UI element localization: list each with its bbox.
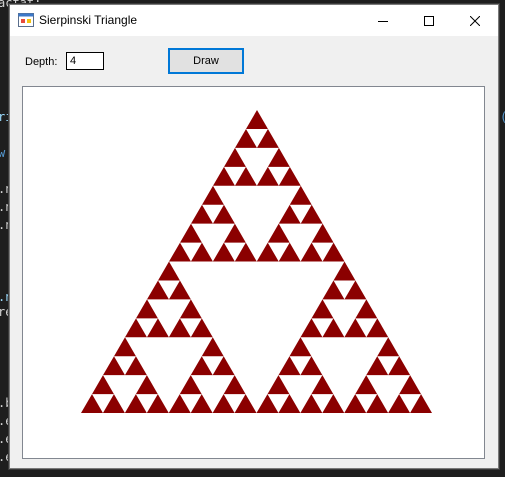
fractal-triangle-45 bbox=[201, 337, 224, 357]
fractal-triangle-17 bbox=[234, 242, 257, 262]
fractal-triangle-35 bbox=[190, 318, 213, 338]
fractal-triangle-78 bbox=[399, 375, 422, 395]
fractal-triangle-42 bbox=[135, 375, 158, 395]
fractal-triangle-15 bbox=[223, 223, 246, 243]
fractal-triangle-23 bbox=[278, 242, 301, 262]
fractal-triangle-30 bbox=[136, 299, 158, 319]
fractal-triangle-64 bbox=[278, 356, 301, 376]
fractal-triangle-55 bbox=[322, 280, 345, 300]
fractal-triangle-50 bbox=[190, 394, 213, 413]
fractal-triangle-34 bbox=[168, 318, 191, 338]
fractal-triangle-74 bbox=[388, 356, 411, 376]
window-title: Sierpinski Triangle bbox=[39, 13, 138, 27]
fractal-triangle-73 bbox=[366, 356, 389, 376]
fractal-triangle-72 bbox=[377, 337, 400, 357]
fractal-triangle-26 bbox=[322, 242, 345, 262]
fractal-triangle-36 bbox=[114, 337, 136, 357]
fractal-triangle-47 bbox=[212, 356, 235, 376]
fractal-triangle-11 bbox=[212, 204, 235, 224]
fractal-triangle-16 bbox=[212, 242, 235, 262]
depth-label: Depth: bbox=[25, 56, 58, 68]
close-button[interactable] bbox=[452, 5, 498, 36]
fractal-triangle-79 bbox=[388, 394, 411, 413]
fractal-triangle-24 bbox=[311, 223, 334, 243]
fractal-triangle-14 bbox=[190, 242, 213, 262]
fractal-triangle-58 bbox=[300, 318, 323, 338]
fractal-triangle-20 bbox=[300, 204, 323, 224]
fractal-triangle-19 bbox=[278, 204, 301, 224]
fractal-triangle-8 bbox=[278, 166, 301, 186]
fractal-triangle-12 bbox=[180, 223, 202, 243]
fractal-triangle-28 bbox=[147, 280, 169, 300]
fractal-triangle-18 bbox=[289, 185, 312, 205]
fractal-triangle-61 bbox=[344, 318, 367, 338]
fractal-triangle-39 bbox=[92, 375, 114, 395]
fractal-triangle-80 bbox=[410, 394, 432, 413]
maximize-button[interactable] bbox=[406, 5, 452, 36]
fractal-triangle-9 bbox=[202, 185, 224, 205]
fractal-triangle-52 bbox=[212, 394, 235, 413]
fractal-triangle-75 bbox=[355, 375, 378, 395]
fractal-triangle-40 bbox=[81, 394, 103, 413]
fractal-triangle-31 bbox=[125, 318, 147, 338]
fractal-triangle-22 bbox=[256, 242, 279, 262]
title-bar[interactable]: Sierpinski Triangle bbox=[10, 5, 498, 36]
fractal-triangle-37 bbox=[103, 356, 125, 376]
fractal-triangle-43 bbox=[124, 394, 147, 413]
fractal-triangle-41 bbox=[102, 394, 125, 413]
fractal-triangle-56 bbox=[344, 280, 367, 300]
minimize-icon bbox=[378, 20, 388, 22]
fractal-triangle-69 bbox=[311, 375, 334, 395]
draw-button[interactable]: Draw bbox=[168, 48, 244, 74]
fractal-triangle-25 bbox=[300, 242, 323, 262]
fractal-triangle-76 bbox=[344, 394, 367, 413]
fractal-triangle-7 bbox=[256, 166, 279, 186]
fractal-triangle-27 bbox=[158, 261, 180, 281]
fractal-triangle-46 bbox=[190, 356, 213, 376]
fractal-triangle-33 bbox=[179, 299, 202, 319]
fractal-triangle-67 bbox=[256, 394, 279, 413]
sierpinski-canvas bbox=[81, 110, 432, 413]
fractal-triangle-0 bbox=[246, 110, 268, 129]
close-icon bbox=[470, 15, 480, 26]
app-icon bbox=[18, 13, 34, 27]
fractal-triangle-6 bbox=[267, 147, 290, 167]
fractal-triangle-63 bbox=[289, 337, 312, 357]
fractal-triangle-3 bbox=[224, 147, 246, 167]
fractal-triangle-29 bbox=[168, 280, 191, 300]
fractal-triangle-38 bbox=[124, 356, 147, 376]
fractal-triangle-70 bbox=[300, 394, 323, 413]
drawing-panel bbox=[22, 86, 485, 459]
fractal-triangle-1 bbox=[235, 128, 257, 148]
fractal-triangle-13 bbox=[169, 242, 191, 262]
fractal-triangle-60 bbox=[355, 299, 378, 319]
fractal-triangle-71 bbox=[322, 394, 345, 413]
fractal-triangle-4 bbox=[213, 166, 235, 186]
fractal-triangle-48 bbox=[179, 375, 202, 395]
maximize-icon bbox=[424, 15, 434, 26]
fractal-triangle-49 bbox=[168, 394, 191, 413]
fractal-triangle-59 bbox=[322, 318, 345, 338]
fractal-triangle-10 bbox=[191, 204, 213, 224]
fractal-triangle-32 bbox=[146, 318, 169, 338]
fractal-triangle-62 bbox=[366, 318, 389, 338]
fractal-triangle-54 bbox=[333, 261, 356, 281]
fractal-triangle-53 bbox=[234, 394, 257, 413]
fractal-triangle-65 bbox=[300, 356, 323, 376]
fractal-triangle-57 bbox=[311, 299, 334, 319]
fractal-triangle-66 bbox=[267, 375, 290, 395]
fractal-triangle-51 bbox=[223, 375, 246, 395]
fractal-triangle-44 bbox=[146, 394, 169, 413]
minimize-button[interactable] bbox=[360, 5, 406, 36]
main-window: Sierpinski Triangle Depth: Draw bbox=[9, 4, 499, 469]
fractal-triangle-68 bbox=[278, 394, 301, 413]
fractal-triangle-5 bbox=[234, 166, 257, 186]
depth-input[interactable] bbox=[66, 52, 104, 70]
fractal-triangle-21 bbox=[267, 223, 290, 243]
fractal-triangle-2 bbox=[256, 128, 279, 148]
fractal-triangle-77 bbox=[366, 394, 389, 413]
